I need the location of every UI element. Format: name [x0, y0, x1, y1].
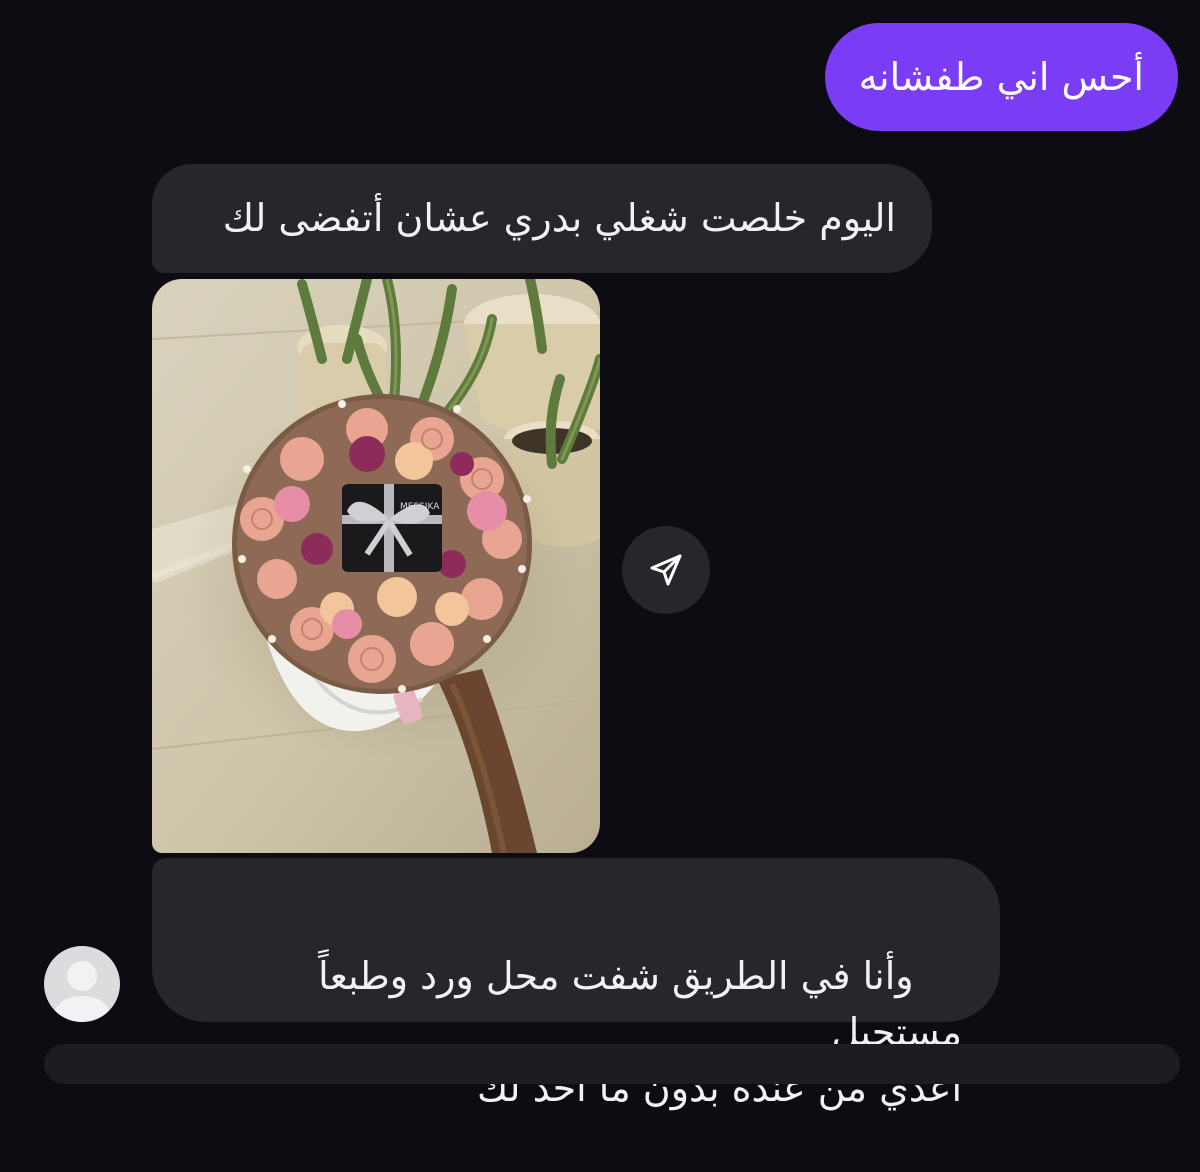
received-message-bubble[interactable]: اليوم خلصت شغلي بدري عشان أتفضى لك	[152, 164, 932, 273]
share-button[interactable]	[622, 526, 710, 614]
sent-message-bubble[interactable]: أحس اني طفشانه	[824, 23, 1178, 131]
default-person-avatar-icon	[52, 961, 112, 1022]
message-text: اليوم خلصت شغلي بدري عشان أتفضى لك	[222, 196, 896, 240]
box-brand-text: MESSIKA	[400, 502, 440, 512]
message-composer[interactable]	[44, 1044, 1180, 1084]
received-message-bubble[interactable]: وأنا في الطريق شفت محل ورد وطبعاً مستحيل…	[152, 858, 1000, 1110]
send-paper-plane-icon	[650, 554, 682, 586]
sender-avatar[interactable]	[44, 946, 120, 1022]
bouquet-photo-illustration: MESSIKA	[152, 279, 600, 853]
received-photo-flower-bouquet[interactable]: MESSIKA	[152, 279, 600, 853]
message-text: وأنا في الطريق شفت محل ورد وطبعاً مستحيل…	[318, 954, 962, 1110]
message-text: أحس اني طفشانه	[858, 55, 1144, 99]
